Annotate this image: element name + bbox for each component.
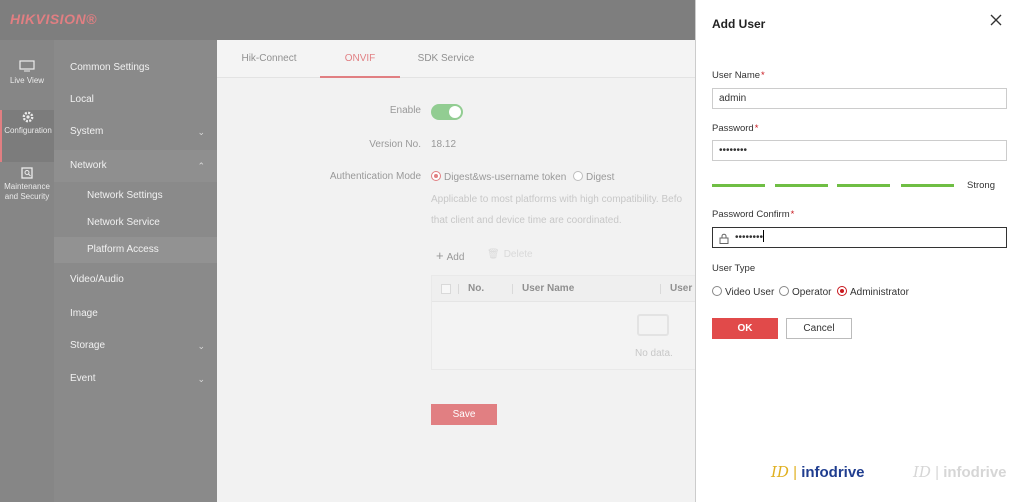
modal-overlay[interactable]: [0, 0, 695, 502]
watermark-divider-faded: |: [930, 464, 944, 481]
strength-segment: [837, 184, 890, 187]
watermark-divider: |: [788, 464, 802, 481]
required-marker: *: [754, 123, 759, 134]
text-cursor: [763, 230, 765, 242]
ok-button[interactable]: OK: [712, 318, 778, 339]
strength-segment: [775, 184, 828, 187]
required-marker: *: [761, 70, 765, 81]
username-label: User Name*: [712, 70, 765, 81]
strength-segment: [901, 184, 954, 187]
password-confirm-value: ••••••••: [735, 232, 764, 243]
infodrive-mark-faded: ID: [913, 463, 931, 481]
infodrive-brand: infodrive: [801, 464, 865, 481]
infodrive-watermark-faded: ID | infodrive: [913, 463, 1007, 481]
close-icon[interactable]: [988, 12, 1004, 28]
user-type-administrator-label: Administrator: [850, 287, 909, 298]
strength-segment: [712, 184, 765, 187]
username-label-text: User Name: [712, 70, 761, 81]
user-type-operator-label: Operator: [792, 287, 832, 298]
infodrive-mark: ID: [771, 463, 789, 481]
user-type-operator[interactable]: Operator: [779, 286, 831, 298]
lock-icon: [719, 232, 729, 251]
user-type-label: User Type: [712, 263, 756, 274]
user-type-video-user-label: Video User: [725, 287, 775, 298]
password-confirm-label: Password Confirm*: [712, 209, 794, 220]
required-marker: *: [790, 209, 795, 220]
password-label-text: Password: [712, 123, 754, 134]
password-label: Password*: [712, 123, 758, 134]
user-type-video-user[interactable]: Video User: [712, 286, 774, 298]
password-strength-label: Strong: [967, 180, 995, 191]
radio-selected-icon: [837, 286, 847, 296]
dialog-title: Add User: [712, 17, 766, 31]
username-input[interactable]: admin: [712, 88, 1007, 109]
app-window: HIKVISION® Live View Configuration Maint…: [0, 0, 1024, 502]
cancel-button[interactable]: Cancel: [786, 318, 852, 339]
add-user-dialog: Add User User Name* admin Password* ••••…: [695, 0, 1024, 502]
infodrive-brand-faded: infodrive: [943, 464, 1007, 481]
infodrive-watermark: ID | infodrive: [771, 463, 865, 481]
password-input[interactable]: ••••••••: [712, 140, 1007, 161]
radio-icon: [779, 286, 789, 296]
user-type-administrator[interactable]: Administrator: [837, 286, 909, 298]
password-confirm-input[interactable]: ••••••••: [712, 227, 1007, 248]
password-confirm-label-text: Password Confirm: [712, 209, 790, 220]
radio-icon: [712, 286, 722, 296]
